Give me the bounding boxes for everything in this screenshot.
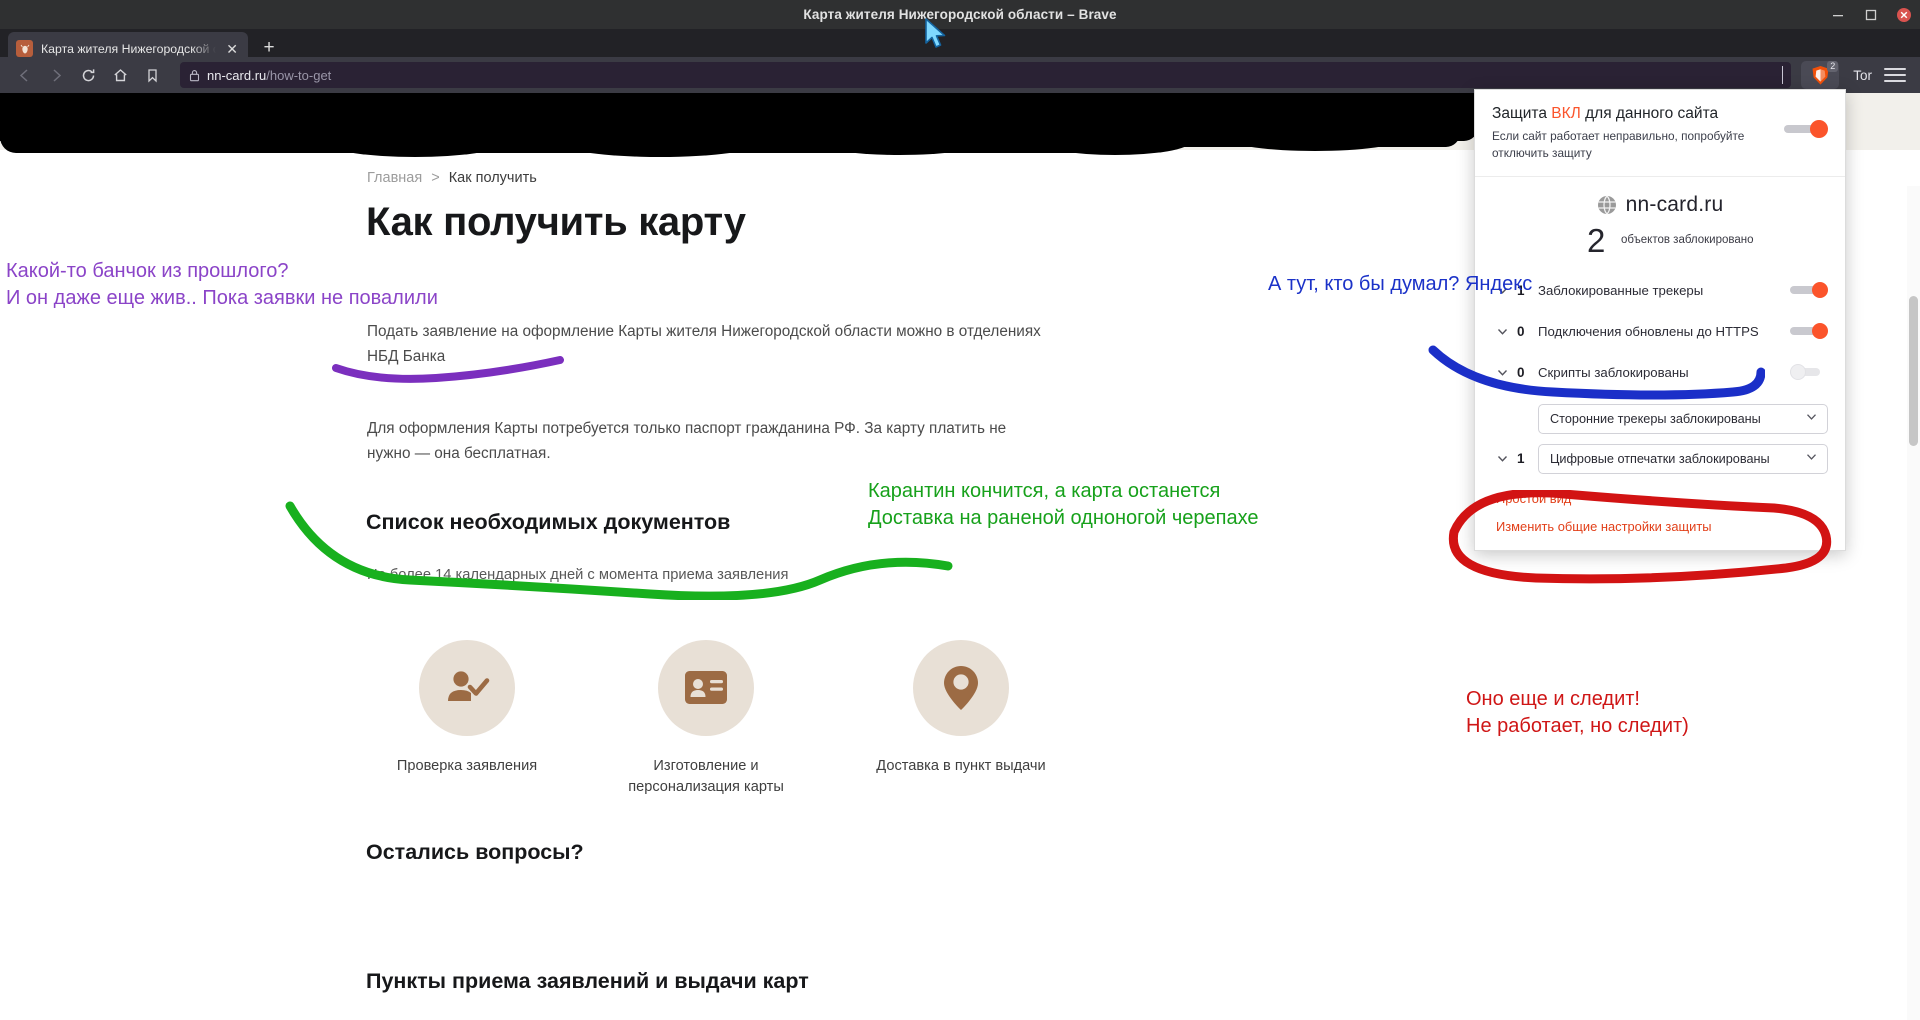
- chevron-down-icon[interactable]: [1496, 452, 1510, 465]
- shields-trackers-select[interactable]: Сторонние трекеры заблокированы: [1538, 403, 1828, 434]
- shields-title: Защита ВКЛ для данного сайта: [1492, 104, 1774, 124]
- shields-fingerprint-select[interactable]: Цифровые отпечатки заблокированы: [1538, 443, 1828, 474]
- breadcrumb-home[interactable]: Главная: [367, 170, 422, 186]
- person-check-icon: [419, 640, 515, 736]
- minimize-icon[interactable]: [1830, 7, 1846, 23]
- shields-row-toggle[interactable]: [1790, 282, 1828, 299]
- scrollbar-thumb[interactable]: [1909, 296, 1918, 446]
- shields-blocked-label: объектов заблокировано: [1621, 233, 1754, 246]
- id-card-icon: [658, 640, 754, 736]
- browser-window: Карта жителя Нижегородской области – Bra…: [0, 0, 1920, 1020]
- step-label: Изготовление и персонализация карты: [628, 758, 784, 796]
- mouse-cursor: [925, 18, 946, 48]
- chevron-down-icon[interactable]: [1496, 325, 1510, 338]
- shields-row-label: Подключения обновлены до HTTPS: [1538, 323, 1759, 339]
- tor-indicator[interactable]: Tor: [1853, 68, 1872, 83]
- section-documents-heading: Список необходимых документов: [366, 510, 731, 534]
- shields-select-trackers-row: Сторонние трекеры заблокированы: [1475, 399, 1845, 439]
- window-title: Карта жителя Нижегородской области – Bra…: [803, 7, 1117, 22]
- chevron-down-icon: [1805, 450, 1818, 468]
- window-controls: [1830, 0, 1912, 29]
- address-bar[interactable]: nn-card.ru/how-to-get: [180, 62, 1792, 88]
- shields-title-prefix: Защита: [1492, 105, 1552, 122]
- chevron-down-icon: [1805, 410, 1818, 428]
- intro-paragraph-1: Подать заявление на оформление Карты жит…: [367, 323, 1041, 365]
- breadcrumb-separator: >: [431, 170, 440, 186]
- chevron-down-icon[interactable]: [1496, 284, 1510, 297]
- section-questions-heading: Остались вопросы?: [366, 840, 584, 864]
- close-icon[interactable]: [1896, 7, 1912, 23]
- url-host: nn-card.ru: [207, 67, 267, 83]
- tab-title: Карта жителя Нижегородской о: [41, 41, 217, 56]
- shields-global-settings-link[interactable]: Изменить общие настройки защиты: [1496, 519, 1845, 534]
- shields-site-name: nn-card.ru: [1625, 192, 1724, 216]
- shields-row-label: Скрипты заблокированы: [1538, 364, 1689, 380]
- hamburger-icon[interactable]: [1884, 64, 1906, 86]
- shields-subtitle: Если сайт работает неправильно, попробуй…: [1492, 129, 1745, 160]
- shields-row-toggle[interactable]: [1790, 323, 1828, 340]
- chevron-down-icon[interactable]: [1496, 366, 1510, 379]
- title-bar: Карта жителя Нижегородской области – Bra…: [0, 0, 1920, 29]
- maximize-icon[interactable]: [1863, 7, 1879, 23]
- step-item: Доставка в пункт выдачи: [861, 640, 1061, 777]
- text-caret: [1782, 66, 1784, 84]
- home-icon[interactable]: [106, 61, 134, 89]
- bookmark-icon[interactable]: [138, 61, 166, 89]
- shields-select-fingerprint-row: 1 Цифровые отпечатки заблокированы: [1475, 439, 1845, 479]
- shields-simple-view-link[interactable]: Простой вид: [1496, 491, 1845, 506]
- shields-row-scripts[interactable]: 0 Скрипты заблокированы: [1475, 352, 1845, 393]
- shields-count-badge: 2: [1827, 61, 1839, 72]
- forward-icon[interactable]: [42, 61, 70, 89]
- shields-blocked-summary: 2 объектов заблокировано: [1475, 224, 1845, 266]
- brave-shields-panel: Защита ВКЛ для данного сайта Если сайт р…: [1474, 89, 1846, 551]
- map-pin-icon: [913, 640, 1009, 736]
- deer-favicon: [16, 40, 33, 57]
- steps-list: Проверка заявления Изготовление и персон…: [367, 640, 1067, 800]
- shields-select-count: 1: [1517, 451, 1525, 467]
- shields-links: Простой вид Изменить общие настройки защ…: [1475, 479, 1845, 550]
- shields-row-toggle[interactable]: [1790, 364, 1828, 381]
- step-item: Проверка заявления: [367, 640, 567, 777]
- brave-shields-button[interactable]: 2: [1801, 61, 1840, 89]
- shields-state-on: ВКЛ: [1551, 105, 1581, 122]
- breadcrumb-current: Как получить: [448, 170, 537, 186]
- shields-site-row: nn-card.ru: [1475, 177, 1845, 224]
- redaction-overlay: [0, 93, 1478, 157]
- back-icon[interactable]: [10, 61, 38, 89]
- navigation-toolbar: nn-card.ru/how-to-get 2 Tor: [0, 57, 1920, 93]
- step-label: Проверка заявления: [396, 758, 538, 774]
- shields-row-trackers[interactable]: 1 Заблокированные трекеры: [1475, 270, 1845, 311]
- shields-row-https[interactable]: 0 Подключения обновлены до HTTPS: [1475, 311, 1845, 352]
- shields-fingerprint-select-value: Цифровые отпечатки заблокированы: [1550, 451, 1770, 466]
- intro-paragraph-2: Для оформления Карты потребуется только …: [367, 420, 1007, 462]
- shields-header: Защита ВКЛ для данного сайта Если сайт р…: [1475, 90, 1845, 177]
- reload-icon[interactable]: [74, 61, 102, 89]
- step-item: Изготовление и персонализация карты: [606, 640, 806, 798]
- section-points-heading: Пункты приема заявлений и выдачи карт: [366, 969, 809, 993]
- globe-icon: [1597, 195, 1616, 215]
- page-scrollbar[interactable]: [1907, 186, 1920, 1020]
- shields-row-count: 0: [1517, 364, 1525, 380]
- shields-row-count: 1: [1517, 282, 1525, 298]
- page-title: Как получить карту: [366, 200, 746, 244]
- url-path: /how-to-get: [266, 67, 332, 83]
- breadcrumb: Главная > Как получить: [367, 170, 537, 186]
- shields-title-suffix: для данного сайта: [1580, 105, 1719, 122]
- shields-trackers-select-value: Сторонние трекеры заблокированы: [1550, 411, 1761, 426]
- step-label: Доставка в пункт выдачи: [876, 758, 1046, 774]
- lock-icon: [189, 69, 200, 82]
- shields-blocked-count: 2: [1587, 221, 1606, 259]
- shields-row-count: 0: [1517, 323, 1525, 339]
- tab-close-icon[interactable]: ✕: [224, 40, 240, 58]
- shields-master-toggle[interactable]: [1784, 120, 1828, 138]
- shields-rows: 1 Заблокированные трекеры 0 Подключения …: [1475, 266, 1845, 399]
- documents-note: Не более 14 календарных дней с момента п…: [367, 567, 789, 583]
- url-text: nn-card.ru/how-to-get: [207, 68, 331, 83]
- shields-row-label: Заблокированные трекеры: [1538, 282, 1704, 298]
